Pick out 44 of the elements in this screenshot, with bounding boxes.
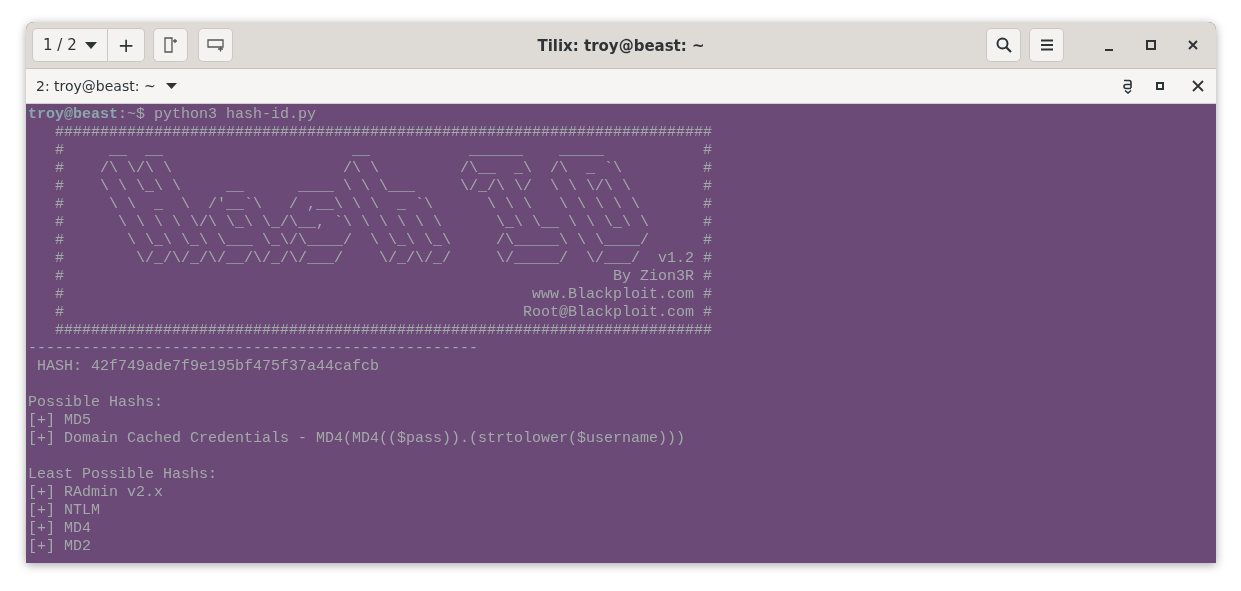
- section-heading: Possible Hashs:: [28, 394, 164, 412]
- banner-line: # www.Blackploit.com #: [54, 286, 713, 304]
- banner-line: # \ \_\ \_\ \___ \_\/\____/ \ \_\ \_\ /\_____\ \ \____/ #: [54, 232, 713, 250]
- prompt-user-host: troy@beast: [28, 106, 118, 124]
- banner-line: # \/_/\/_/\/__/\/_/\/___/ \/_/\/_/ \/_____/ \/___/ v1.2 #: [54, 250, 713, 268]
- close-terminal-icon[interactable]: [1192, 80, 1204, 92]
- menu-icon: [1039, 39, 1054, 51]
- maximize-terminal-icon[interactable]: [1156, 82, 1164, 90]
- session-title-dropdown[interactable]: 2: troy@beast: ~: [36, 75, 177, 97]
- search-icon: [995, 37, 1012, 53]
- split-right-icon: [163, 37, 178, 53]
- result-line: [+] Domain Cached Credentials - MD4(MD4(($pass)).(strtolower($username))): [28, 430, 686, 448]
- prompt-command: :~$ python3 hash-id.py: [118, 106, 317, 124]
- caret-icon: [165, 83, 177, 89]
- hash-line: HASH: 42f749ade7f9e195bf475f37a44cafcb: [36, 358, 380, 376]
- result-line: [+] NTLM: [28, 502, 100, 520]
- split-down-button[interactable]: [198, 28, 234, 62]
- caret-icon: [84, 41, 97, 49]
- session-switcher[interactable]: 1 / 2: [32, 28, 108, 62]
- result-line: [+] MD4: [28, 520, 91, 538]
- banner-line: # /\ \/\ \ /\ \ /\__ _\ /\ _ `\ #: [54, 160, 713, 178]
- add-session-button[interactable]: +: [107, 28, 146, 62]
- close-icon: [1188, 40, 1198, 50]
- search-button[interactable]: [986, 28, 1021, 62]
- banner-line: # __ __ __ ______ _____ #: [54, 142, 713, 160]
- minimize-icon: [1104, 49, 1114, 51]
- result-line: [+] MD2: [28, 538, 91, 556]
- banner-line: # By Zion3R #: [54, 268, 713, 286]
- separator-line: --------------------------------------------------: [28, 340, 479, 358]
- result-line: [+] RAdmin v2.x: [28, 484, 164, 502]
- split-down-icon: [206, 38, 225, 52]
- result-line: [+] MD5: [28, 412, 91, 430]
- menu-button[interactable]: [1029, 28, 1064, 62]
- read-only-icon[interactable]: [1122, 78, 1134, 94]
- banner-line: # \ \ \_\ \ __ ____ \ \ \___ \/_/\ \/ \ \ \/\ \ #: [54, 178, 713, 196]
- banner-line: #########################################################################: [54, 124, 713, 142]
- banner-line: # \ \ _ \ /'__`\ / ,__\ \ \ _ `\ \ \ \ \ \ \ \ \ #: [54, 196, 713, 214]
- maximize-icon: [1146, 40, 1156, 50]
- banner-line: # \ \ \ \ \/\ \_\ \_/\__, `\ \ \ \ \ \ \_\ \__ \ \ \_\ \ #: [54, 214, 713, 232]
- section-heading: Least Possible Hashs:: [28, 466, 218, 484]
- window-title: Tilix: troy@beast: ~: [537, 36, 705, 57]
- banner-line: #########################################################################: [54, 322, 713, 340]
- banner-line: # Root@Blackploit.com #: [54, 304, 713, 322]
- split-right-button[interactable]: [153, 28, 189, 62]
